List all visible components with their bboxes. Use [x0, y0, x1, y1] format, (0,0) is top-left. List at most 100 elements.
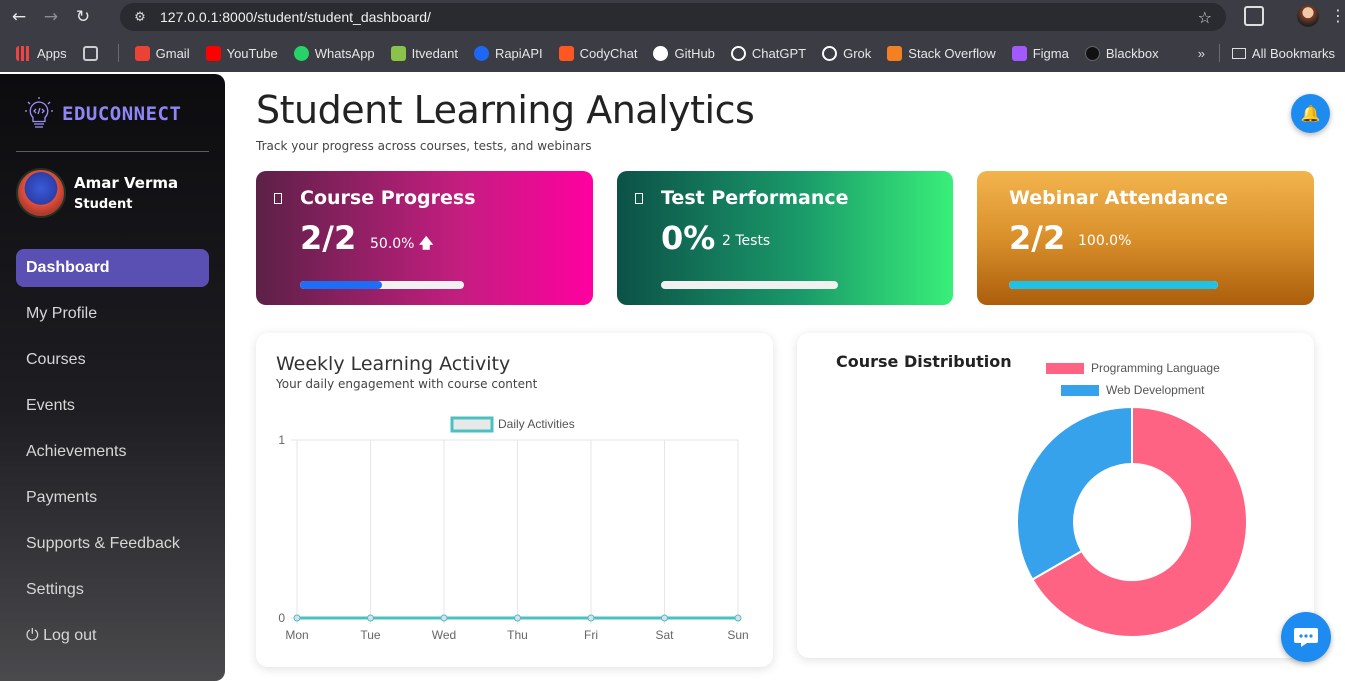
bookmark-gmail[interactable]: Gmail	[134, 45, 190, 61]
x-tick-label: Thu	[507, 628, 528, 642]
sidebar-item-settings[interactable]: Settings	[16, 571, 209, 609]
bookmark-tab-groups[interactable]	[82, 45, 104, 61]
site-info-icon[interactable]: ⚙	[128, 10, 152, 25]
extensions-icon[interactable]	[1244, 6, 1264, 26]
course-progress-card: Course Progress 2/2 50.0% 🡅	[256, 171, 593, 305]
progress-fill	[1009, 281, 1218, 289]
progress-fill	[300, 281, 382, 289]
card-percent: 100.0%	[1078, 233, 1132, 249]
bookmarks-bar: Apps Gmail YouTube WhatsApp Itvedant Rap…	[0, 34, 1345, 72]
brand-name: EDUCONNECT	[62, 103, 182, 125]
chat-icon	[1294, 628, 1318, 647]
bookmark-label: Figma	[1032, 45, 1069, 61]
clipboard-icon	[635, 193, 643, 204]
test-performance-card: Test Performance 0% 2 Tests	[617, 171, 953, 305]
bookmark-grok[interactable]: Grok	[822, 45, 872, 61]
reload-icon[interactable]: ↻	[70, 4, 96, 30]
data-point	[440, 614, 448, 622]
data-point	[661, 614, 668, 622]
bookmark-codychat[interactable]: CodyChat	[558, 45, 637, 61]
book-icon	[274, 193, 282, 204]
bookmark-chatgpt[interactable]: ChatGPT	[730, 45, 806, 61]
user-role: Student	[74, 197, 133, 212]
bookmark-label: Stack Overflow	[908, 45, 996, 61]
bookmark-itvedant[interactable]: Itvedant	[390, 45, 458, 61]
sidebar-item-courses[interactable]: Courses	[16, 341, 209, 379]
more-bookmarks-icon[interactable]: »	[1198, 46, 1205, 61]
bookmark-apps[interactable]: Apps	[16, 45, 67, 61]
youtube-icon	[205, 45, 221, 61]
user-profile[interactable]: Amar Verma Student	[16, 168, 178, 218]
notification-bell-icon[interactable]: 🔔	[1291, 94, 1330, 133]
sidebar-item-payments[interactable]: Payments	[16, 479, 209, 517]
card-percent: 50.0% 🡅	[370, 233, 433, 257]
x-tick-label: Wed	[432, 628, 456, 642]
codychat-icon	[558, 45, 574, 61]
bookmark-separator	[1218, 44, 1220, 62]
bookmark-rapiapi[interactable]: RapiAPI	[473, 45, 543, 61]
chat-button[interactable]	[1281, 612, 1331, 662]
menu-icon[interactable]: ⋮	[1330, 6, 1345, 25]
card-value: 2/2	[300, 219, 357, 257]
url-text[interactable]: 127.0.0.1:8000/student/student_dashboard…	[160, 9, 431, 25]
sidebar-item-events[interactable]: Events	[16, 387, 209, 425]
progress-track	[1009, 281, 1218, 289]
address-bar[interactable]: ⚙ 127.0.0.1:8000/student/student_dashboa…	[120, 3, 1226, 31]
legend-swatch	[1061, 385, 1099, 396]
itvedant-icon	[390, 45, 406, 61]
page-title: Student Learning Analytics	[256, 88, 755, 132]
bookmark-github[interactable]: GitHub	[653, 45, 715, 61]
webinar-attendance-card: Webinar Attendance 2/2 100.0%	[977, 171, 1314, 305]
bookmark-label: Grok	[843, 45, 872, 61]
bookmark-youtube[interactable]: YouTube	[205, 45, 278, 61]
brand-logo[interactable]: EDUCONNECT	[24, 96, 181, 132]
blackbox-icon	[1084, 45, 1100, 61]
lightbulb-icon	[25, 97, 53, 128]
bookmark-stackoverflow[interactable]: Stack Overflow	[887, 45, 996, 61]
pie-slice-web-development	[1016, 405, 1133, 581]
profile-avatar[interactable]	[1297, 5, 1319, 27]
forward-icon[interactable]: →	[38, 4, 64, 30]
data-point	[514, 614, 521, 622]
stackoverflow-icon	[887, 45, 903, 61]
weekly-line-chart: 1 0Mon Tue Wed Thu Fri Sat Sun Daily Activities	[278, 416, 749, 642]
legend-swatch	[1046, 363, 1084, 374]
sidebar-item-logout[interactable]: ⏻ Log out	[16, 617, 209, 655]
bookmark-separator	[117, 44, 119, 62]
sidebar-item-dashboard[interactable]: Dashboard	[16, 249, 209, 287]
sidebar-nav: Dashboard My Profile Courses Events Achi…	[16, 249, 209, 663]
grok-icon	[822, 45, 838, 61]
all-bookmarks[interactable]: All Bookmarks	[1231, 46, 1335, 61]
figma-icon	[1011, 45, 1027, 61]
grid-icon	[82, 45, 98, 61]
data-point	[734, 614, 742, 622]
sidebar-item-my-profile[interactable]: My Profile	[16, 295, 209, 333]
github-icon	[653, 45, 669, 61]
course-distribution-panel: Course Distribution Programming Language…	[797, 333, 1314, 658]
back-icon[interactable]: ←	[6, 4, 32, 30]
card-value: 2/2	[1009, 219, 1066, 257]
bookmark-figma[interactable]: Figma	[1011, 45, 1069, 61]
progress-track	[300, 281, 464, 289]
folder-icon	[1231, 47, 1246, 59]
x-tick-label: Mon	[285, 628, 308, 642]
y-tick-label: 1	[278, 433, 285, 447]
legend-label: Daily Activities	[498, 417, 575, 431]
bookmark-star-icon[interactable]: ☆	[1198, 8, 1212, 27]
legend-label: Web Development	[1106, 383, 1205, 397]
gmail-icon	[134, 45, 150, 61]
bookmark-blackbox[interactable]: Blackbox	[1084, 45, 1159, 61]
bookmark-whatsapp[interactable]: WhatsApp	[293, 45, 375, 61]
data-point	[367, 614, 374, 622]
card-title: Webinar Attendance	[1009, 187, 1228, 209]
bookmark-label: Gmail	[155, 45, 190, 61]
bookmark-label: RapiAPI	[494, 45, 543, 61]
sidebar-item-achievements[interactable]: Achievements	[16, 433, 209, 471]
sidebar-item-supports-feedback[interactable]: Supports & Feedback	[16, 525, 209, 563]
bookmark-label: GitHub	[674, 45, 715, 61]
apps-grid-icon	[16, 45, 31, 61]
weekly-activity-panel: Weekly Learning Activity Your daily enga…	[256, 333, 773, 667]
data-point	[587, 614, 595, 622]
card-value: 0%	[661, 219, 716, 257]
sidebar-divider	[16, 151, 209, 152]
